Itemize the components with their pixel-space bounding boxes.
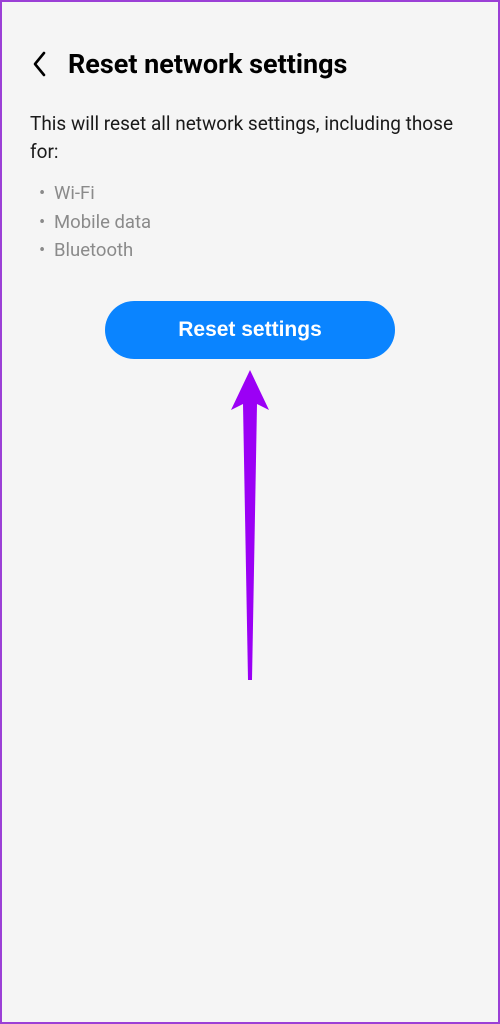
page-header: Reset network settings — [2, 2, 498, 102]
list-item: Wi-Fi — [54, 179, 470, 208]
list-item: Bluetooth — [54, 236, 470, 265]
reset-settings-button[interactable]: Reset settings — [105, 301, 395, 359]
back-icon[interactable] — [30, 50, 50, 78]
button-container: Reset settings — [2, 265, 498, 359]
description-text: This will reset all network settings, in… — [2, 102, 498, 179]
annotation-arrow-icon — [225, 370, 275, 690]
page-title: Reset network settings — [68, 48, 347, 80]
settings-list: Wi-Fi Mobile data Bluetooth — [2, 179, 498, 265]
list-item: Mobile data — [54, 208, 470, 237]
